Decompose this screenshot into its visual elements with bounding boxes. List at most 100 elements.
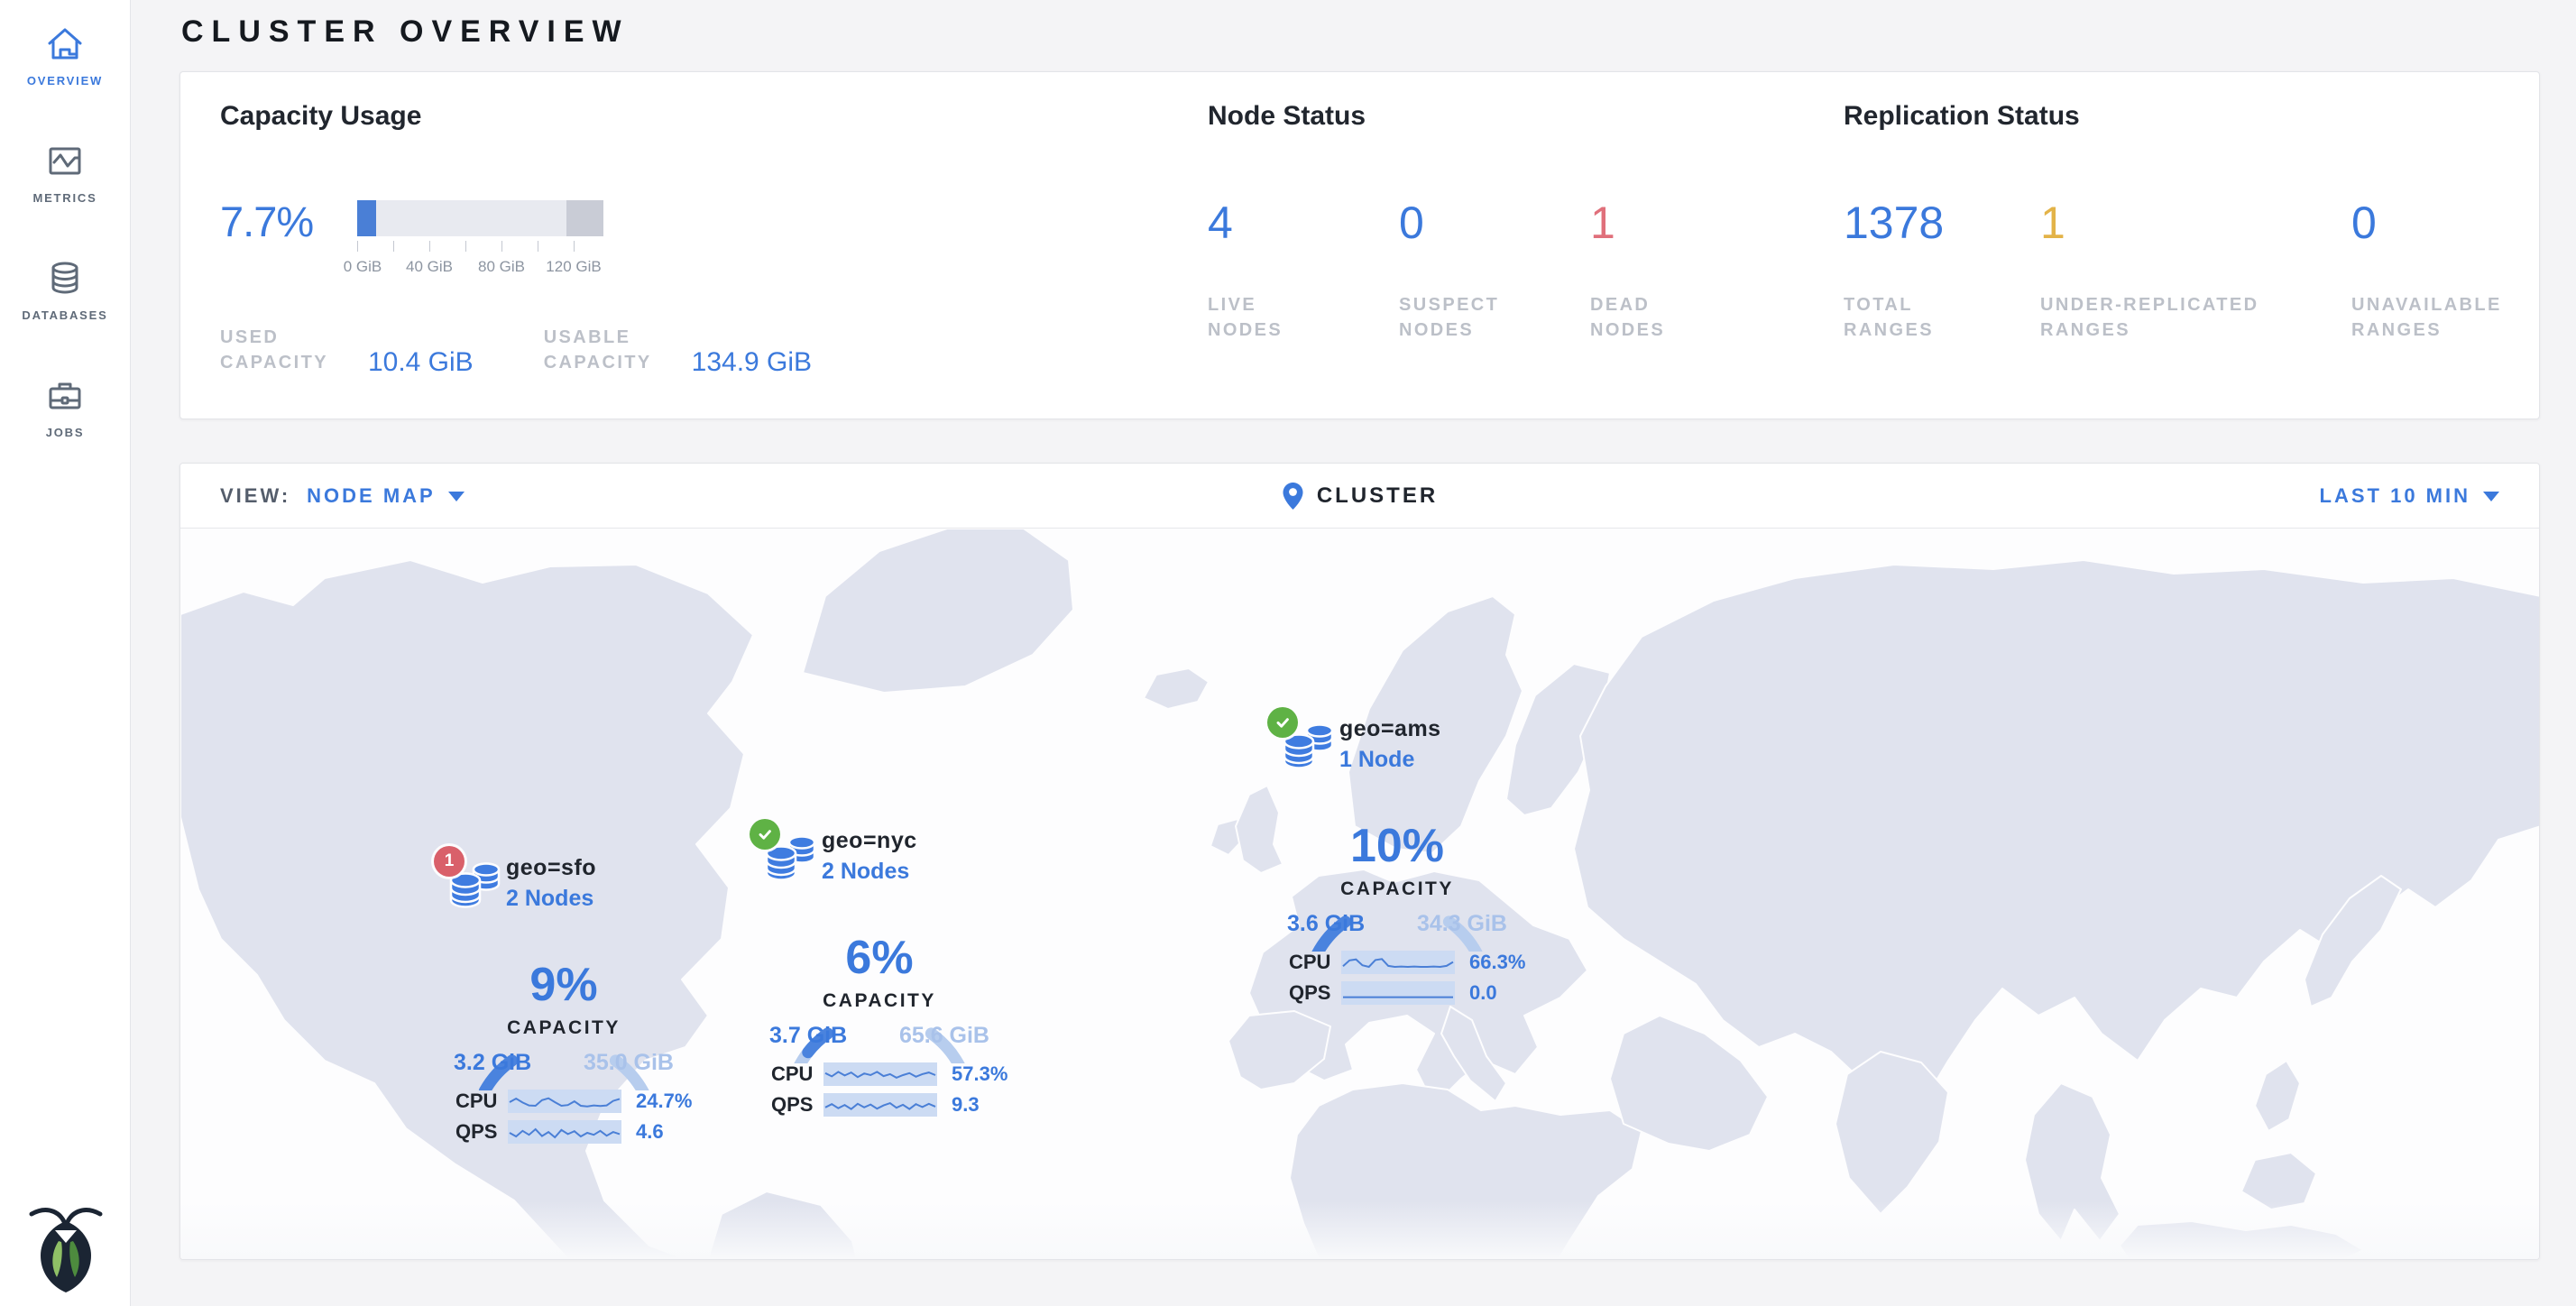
capacity-label: CAPACITY (726, 990, 1033, 1012)
usable-capacity-label: USABLE CAPACITY (544, 325, 652, 375)
sidebar: OVERVIEW METRICS DATABASES JOBS (0, 0, 131, 1306)
cpu-label: CPU (1289, 951, 1341, 974)
node-status-section: Node Status 4 LIVENODES 0 SUSPECTNODES 1 (1208, 101, 1844, 375)
qps-sparkline (508, 1120, 621, 1144)
total-capacity: 35.0 GiB (584, 1050, 674, 1076)
capacity-usage-section: Capacity Usage 7.7% 0 GiB 40 GiB (220, 101, 1208, 375)
under-replicated-ranges-value: 1 (2040, 197, 2351, 249)
cluster-summary-card: Capacity Usage 7.7% 0 GiB 40 GiB (179, 71, 2540, 419)
breadcrumb-cluster[interactable]: CLUSTER (1317, 483, 1438, 509)
capacity-axis-labels: 0 GiB 40 GiB 80 GiB 120 GiB (357, 258, 603, 278)
locality-name: geo=nyc (822, 828, 917, 854)
databases-icon (44, 258, 86, 299)
capacity-percent: 9% (410, 958, 717, 1012)
locality-geo-nyc[interactable]: geo=nyc 2 Nodes 6% CAPACITY 3.7 GiB 65.6… (726, 799, 1033, 1127)
used-capacity: 3.2 GiB (454, 1050, 531, 1076)
cpu-value: 57.3% (952, 1062, 1007, 1086)
qps-value: 9.3 (952, 1093, 980, 1117)
suspect-nodes-metric: 0 SUSPECTNODES (1399, 197, 1590, 343)
sidebar-item-label: DATABASES (22, 308, 107, 322)
capacity-percent: 7.7% (220, 197, 357, 246)
healthy-check-badge (750, 819, 780, 850)
capacity-usage-title: Capacity Usage (220, 101, 1208, 132)
jobs-icon (44, 375, 86, 417)
chevron-down-icon (448, 492, 465, 501)
capacity-percent: 10% (1244, 819, 1550, 873)
sidebar-item-label: METRICS (32, 191, 97, 205)
capacity-bar-reserved (566, 200, 603, 236)
axis-tick-label: 80 GiB (478, 258, 525, 276)
capacity-label: CAPACITY (410, 1017, 717, 1039)
qps-label: QPS (771, 1093, 823, 1117)
qps-sparkline (1341, 981, 1455, 1005)
cpu-label: CPU (771, 1062, 823, 1086)
node-map-toolbar: VIEW: NODE MAP CLUSTER LAST 10 MIN (180, 464, 2539, 529)
total-capacity: 34.3 GiB (1417, 911, 1507, 937)
cpu-sparkline (1341, 951, 1455, 974)
home-icon (44, 23, 86, 65)
sidebar-item-overview[interactable]: OVERVIEW (0, 0, 130, 117)
chevron-down-icon (2483, 492, 2499, 501)
locality-geo-sfo[interactable]: 1 geo=sfo 2 Nodes (410, 826, 717, 1154)
axis-tick-label: 0 GiB (344, 258, 382, 276)
view-label: VIEW: (220, 484, 290, 508)
healthy-check-badge (1267, 707, 1298, 738)
locality-name: geo=sfo (506, 855, 596, 881)
capacity-bar-used (357, 200, 376, 236)
qps-value: 4.6 (636, 1120, 664, 1144)
sidebar-item-jobs[interactable]: JOBS (0, 352, 130, 469)
cpu-label: CPU (455, 1090, 508, 1113)
usable-capacity-value: 134.9 GiB (692, 347, 812, 378)
cpu-sparkline (508, 1090, 621, 1113)
locality-name: geo=ams (1339, 716, 1441, 742)
cpu-sparkline (823, 1062, 937, 1086)
cpu-value: 24.7% (636, 1090, 692, 1113)
page-title: CLUSTER OVERVIEW (181, 14, 2576, 50)
total-ranges-metric: 1378 TOTALRANGES (1844, 197, 2040, 343)
under-replicated-ranges-metric: 1 UNDER-REPLICATEDRANGES (2040, 197, 2351, 343)
location-pin-icon (1282, 482, 1304, 510)
dead-nodes-metric: 1 DEADNODES (1590, 197, 1781, 343)
unavailable-ranges-value: 0 (2351, 197, 2502, 249)
used-capacity: 3.7 GiB (769, 1023, 847, 1049)
suspect-nodes-value: 0 (1399, 197, 1590, 249)
unavailable-ranges-metric: 0 UNAVAILABLERANGES (2351, 197, 2502, 343)
total-capacity: 65.6 GiB (899, 1023, 989, 1049)
main-content: CLUSTER OVERVIEW Capacity Usage 7.7% 0 (131, 14, 2576, 1260)
capacity-bar-track (357, 200, 603, 236)
axis-tick-label: 40 GiB (406, 258, 453, 276)
dead-node-badge: 1 (434, 846, 465, 877)
sidebar-item-metrics[interactable]: METRICS (0, 117, 130, 235)
axis-tick-label: 120 GiB (546, 258, 601, 276)
world-map[interactable]: 1 geo=sfo 2 Nodes (180, 529, 2540, 1259)
node-status-title: Node Status (1208, 101, 1844, 132)
sidebar-item-label: OVERVIEW (27, 74, 103, 87)
live-nodes-metric: 4 LIVENODES (1208, 197, 1399, 343)
capacity-percent: 6% (726, 931, 1033, 985)
metrics-icon (44, 141, 86, 182)
dead-nodes-value: 1 (1590, 197, 1781, 249)
replication-status-title: Replication Status (1844, 101, 2539, 132)
used-capacity-label: USED CAPACITY (220, 325, 328, 375)
node-map-card: VIEW: NODE MAP CLUSTER LAST 10 MIN (179, 463, 2540, 1260)
used-capacity: 3.6 GiB (1287, 911, 1365, 937)
capacity-label: CAPACITY (1244, 878, 1550, 900)
qps-sparkline (823, 1093, 937, 1117)
used-capacity-value: 10.4 GiB (368, 347, 474, 378)
map-bottom-fade (180, 1201, 2540, 1259)
replication-status-section: Replication Status 1378 TOTALRANGES 1 UN… (1844, 101, 2539, 375)
sidebar-item-label: JOBS (46, 426, 85, 439)
capacity-axis-ticks (357, 241, 603, 253)
qps-value: 0.0 (1469, 981, 1497, 1005)
locality-geo-ams[interactable]: geo=ams 1 Node 10% CAPACITY 3.6 GiB 34.3… (1244, 687, 1550, 1016)
live-nodes-value: 4 (1208, 197, 1399, 249)
cpu-value: 66.3% (1469, 951, 1525, 974)
time-range-dropdown[interactable]: LAST 10 MIN (2320, 484, 2499, 508)
total-ranges-value: 1378 (1844, 197, 2040, 249)
view-dropdown[interactable]: NODE MAP (307, 484, 465, 508)
qps-label: QPS (455, 1120, 508, 1144)
sidebar-item-databases[interactable]: DATABASES (0, 235, 130, 352)
capacity-bar-chart: 0 GiB 40 GiB 80 GiB 120 GiB (357, 200, 603, 278)
qps-label: QPS (1289, 981, 1341, 1005)
cockroachdb-logo (0, 1203, 131, 1293)
